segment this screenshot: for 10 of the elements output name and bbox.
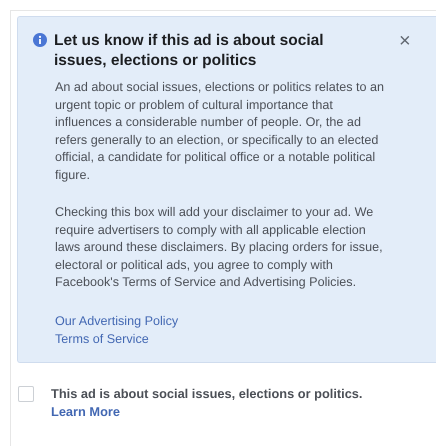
notice-paragraph: Checking this box will add your disclaimer to your ad. We require advertisers to comply with all applicable election laws around these disclaimers. By placing orders for issue, electoral or political ads, you agree to comply with Facebook's Terms of Service and Advertising Policies.	[55, 204, 384, 291]
notice-title: Let us know if this ad is about social issues, elections or politics	[54, 31, 325, 71]
checkbox[interactable]	[18, 386, 34, 402]
notice-paragraph: An ad about social issues, elections or politics relates to an urgent topic or problem of cultural importance that influences a considerable number of people. Or, the ad refers generally to an election, or specifically to an elected official, a candidate for political office or a notable political figure.	[55, 79, 385, 184]
policy-link[interactable]: Our Advertising Policy	[55, 312, 178, 330]
policy-link[interactable]: Terms of Service	[55, 330, 149, 348]
checkbox-label: This ad is about social issues, elections or politics.	[51, 384, 362, 402]
learn-more-link[interactable]: Learn More	[51, 402, 120, 420]
info-icon	[33, 33, 47, 47]
close-button[interactable]: ×	[399, 31, 411, 51]
